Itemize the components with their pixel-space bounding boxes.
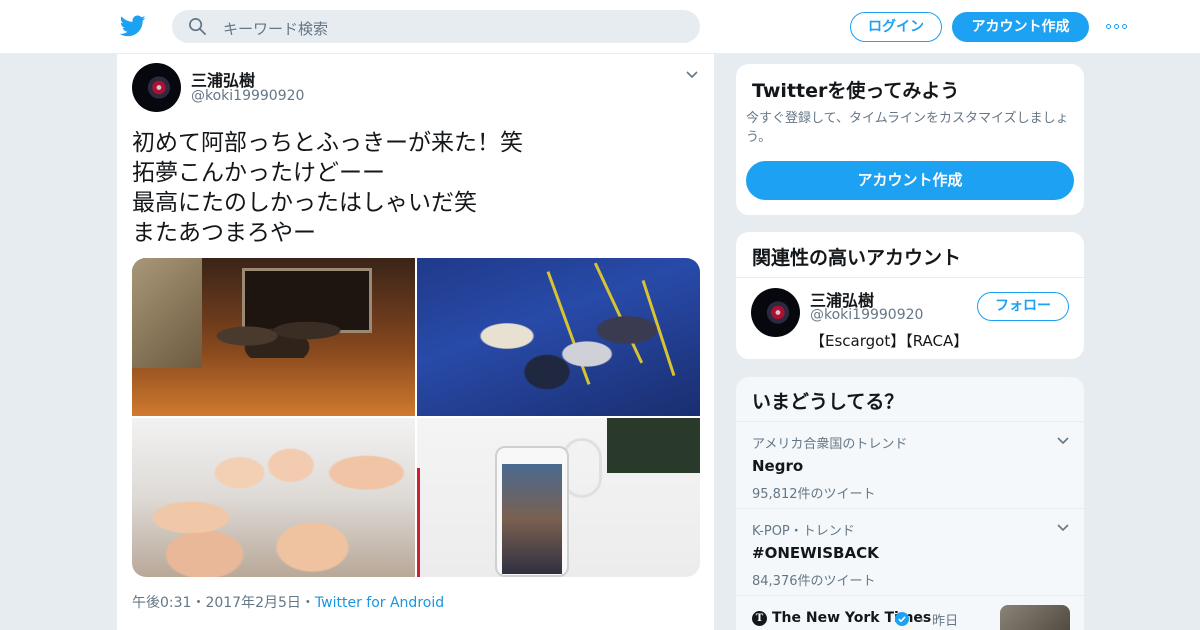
trend-item[interactable]: K-POP・トレンド #ONEWISBACK 84,376件のツイート <box>752 520 1072 589</box>
chevron-down-icon[interactable] <box>685 70 699 80</box>
author-handle[interactable]: @koki19990920 <box>191 88 304 104</box>
trend-context: K-POP・トレンド <box>752 524 855 539</box>
news-thumbnail[interactable] <box>1000 605 1070 630</box>
related-accounts-title: 関連性の高いアカウント <box>752 247 962 269</box>
separator: ・ <box>915 614 929 629</box>
more-options-icon[interactable] <box>1106 19 1130 35</box>
tweet-photo-3[interactable] <box>132 418 415 577</box>
chevron-down-icon[interactable] <box>1056 523 1070 533</box>
search-input[interactable]: キーワード検索 <box>223 18 328 39</box>
nyt-logo-icon: T <box>752 611 767 626</box>
divider <box>736 277 1084 278</box>
tweet-text-line: 最高にたのしかったはしゃいだ笑 <box>132 190 477 216</box>
create-account-button[interactable]: アカウント作成 <box>746 161 1074 200</box>
tweet-text-line: 拓夢こんかったけどーー <box>132 160 385 186</box>
search-box[interactable]: キーワード検索 <box>172 10 700 43</box>
tweet-date[interactable]: 2017年2月5日 <box>205 595 300 611</box>
search-icon <box>189 18 206 35</box>
top-navigation-bar: キーワード検索 ログイン アカウント作成 <box>0 0 1200 54</box>
divider <box>736 508 1084 509</box>
trend-item[interactable]: アメリカ合衆国のトレンド Negro 95,812件のツイート <box>752 433 1072 502</box>
trend-name[interactable]: #ONEWISBACK <box>752 544 1072 562</box>
tweet-photo-grid <box>132 258 700 577</box>
tweet-photo-2[interactable] <box>417 258 700 416</box>
tweet-photo-1[interactable] <box>132 258 415 416</box>
tweet-text-line: またあつまろやー <box>132 220 316 246</box>
divider <box>736 421 1084 422</box>
trend-context: アメリカ合衆国のトレンド <box>752 437 908 452</box>
trend-tweet-count: 84,376件のツイート <box>752 574 876 589</box>
tweet-metadata: 午後0:31・2017年2月5日・Twitter for Android <box>132 592 444 612</box>
tweet-source-link[interactable]: Twitter for Android <box>315 595 444 611</box>
tweet-text-line: 初めて阿部っちとふっきーが来た！笑 <box>132 130 523 156</box>
signup-card-title: Twitterを使ってみよう <box>752 80 960 102</box>
signup-card-subtitle: 今すぐ登録して、タイムラインをカスタマイズしましょう。 <box>746 111 1069 145</box>
signup-button[interactable]: アカウント作成 <box>952 12 1089 42</box>
signup-promo-card: Twitterを使ってみよう 今すぐ登録して、タイムラインをカスタマイズしましょ… <box>735 63 1085 216</box>
related-account-avatar[interactable] <box>751 288 800 337</box>
separator: ・ <box>300 595 315 611</box>
news-time-value: 昨日 <box>932 614 959 629</box>
trend-tweet-count: 95,812件のツイート <box>752 487 876 502</box>
twitter-bird-icon[interactable] <box>120 13 146 39</box>
news-time: ・ 昨日 <box>915 610 958 629</box>
author-avatar[interactable] <box>132 63 181 112</box>
tweet-text: 初めて阿部っちとふっきーが来た！笑 拓夢こんかったけどーー 最高にたのしかったは… <box>132 128 523 248</box>
tweet-card: 三浦弘樹 @koki19990920 初めて阿部っちとふっきーが来た！笑 拓夢こ… <box>116 54 715 630</box>
related-account-bio: 【Escargot】【RACA】 <box>810 332 969 350</box>
tweet-photo-4[interactable] <box>417 418 700 577</box>
trend-name[interactable]: Negro <box>752 457 1072 475</box>
tweet-time[interactable]: 午後0:31 <box>132 595 191 611</box>
trends-card: いまどうしてる？ アメリカ合衆国のトレンド Negro 95,812件のツイート… <box>735 376 1085 630</box>
separator: ・ <box>191 595 206 611</box>
trends-title: いまどうしてる？ <box>752 391 904 413</box>
related-accounts-card: 関連性の高いアカウント 三浦弘樹 @koki19990920 【Escargot… <box>735 231 1085 360</box>
verified-badge-icon <box>895 612 909 626</box>
follow-button[interactable]: フォロー <box>977 292 1069 321</box>
chevron-down-icon[interactable] <box>1056 436 1070 446</box>
related-account-handle[interactable]: @koki19990920 <box>810 307 923 323</box>
divider <box>736 595 1084 596</box>
login-button[interactable]: ログイン <box>850 12 942 42</box>
